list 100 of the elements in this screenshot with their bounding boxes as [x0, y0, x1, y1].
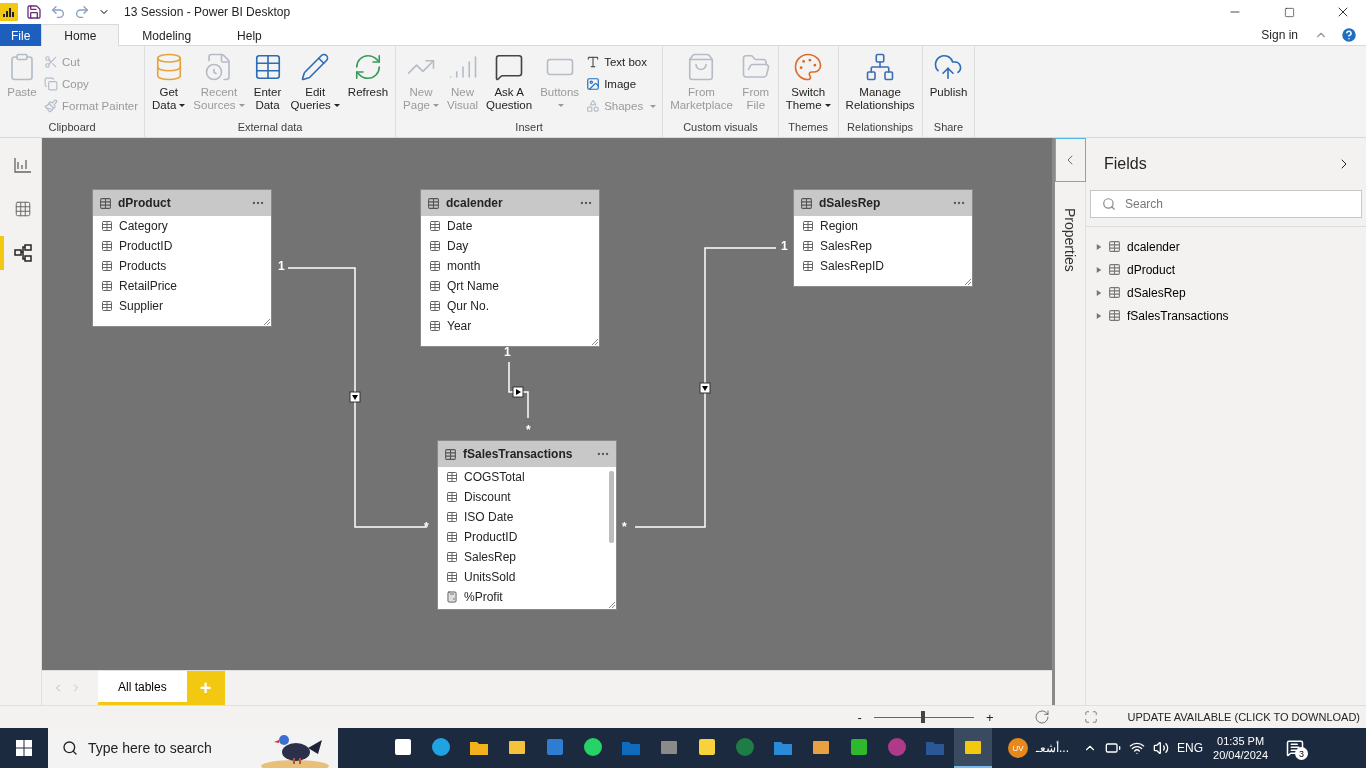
resize-grip-icon[interactable] [264, 319, 270, 325]
copy-icon [44, 77, 58, 91]
group-label: Share [932, 121, 965, 135]
field-name: Year [447, 319, 472, 333]
notifications-button[interactable]: 3 [1278, 728, 1313, 768]
field-name: SalesRep [820, 239, 873, 253]
field-name: Products [119, 259, 167, 273]
bar-chart-icon [14, 157, 32, 173]
table-icon [1108, 263, 1121, 276]
update-link[interactable]: UPDATE AVAILABLE (CLICK TO DOWNLOAD) [1127, 711, 1360, 723]
zoom-thumb[interactable] [920, 711, 925, 723]
manage-relationships-button[interactable]: Manage Relationships [842, 50, 918, 121]
image-button[interactable]: Image [584, 74, 659, 94]
expand-arrow-icon[interactable] [1096, 288, 1102, 297]
field-name: Qrt Name [447, 279, 499, 293]
ribbon-tab[interactable]: Modeling [119, 24, 215, 46]
column-icon [101, 240, 113, 252]
field-table-item[interactable]: fSalesTransactions [1086, 304, 1366, 327]
table-icon [1108, 240, 1121, 253]
table-label: dcalender [1127, 239, 1180, 254]
table-card[interactable]: fSalesTransactions COGSTotal Discount ISO Date ProductID SalesRep UnitsSold %Profit [437, 440, 617, 610]
wifi-icon[interactable] [1129, 740, 1145, 756]
publish-button[interactable]: Publish [926, 50, 971, 121]
scrollbar-thumb[interactable] [609, 471, 614, 543]
reset-icon[interactable] [1033, 709, 1050, 725]
field-name: %Profit [464, 590, 503, 604]
cardinality-label: * [622, 520, 627, 534]
ribbon-tab[interactable]: Home [41, 24, 120, 46]
table-icon [99, 196, 112, 210]
expand-arrow-icon[interactable] [1096, 311, 1102, 320]
relationship-line[interactable] [634, 247, 777, 528]
table-card[interactable]: dSalesRep Region SalesRep SalesRepID [793, 189, 973, 287]
edit-queries-button[interactable]: Edit Queries [287, 50, 343, 121]
column-icon [802, 240, 814, 252]
resize-grip-icon[interactable] [965, 279, 971, 285]
clock[interactable]: 01:35 PM 20/04/2024 [1213, 734, 1269, 762]
expand-arrow-icon[interactable] [1096, 265, 1102, 274]
relationship-line[interactable] [508, 361, 529, 419]
fit-to-screen-icon[interactable] [1083, 710, 1098, 724]
speech-bubble-icon [494, 52, 525, 82]
column-icon [446, 551, 458, 563]
volume-icon[interactable] [1153, 740, 1169, 756]
text-box-button[interactable]: Text box [584, 52, 659, 72]
expand-arrow-icon[interactable] [1096, 242, 1102, 251]
column-icon [446, 511, 458, 523]
fields-title: Fields [1104, 155, 1148, 173]
text-icon [586, 55, 601, 69]
column-icon [446, 571, 458, 583]
cardinality-label: 1 [504, 345, 511, 359]
switch-theme-button[interactable]: Switch Theme [782, 50, 834, 121]
page-tab[interactable]: All tables [98, 671, 187, 705]
group-label: Relationships [846, 121, 915, 135]
table-label: fSalesTransactions [1127, 308, 1229, 323]
image-icon [586, 77, 601, 91]
notification-count: 3 [1295, 747, 1309, 760]
search-icon [1102, 197, 1116, 211]
taskbar-search-field[interactable]: Type here to search [48, 728, 338, 768]
field-name: ProductID [464, 530, 518, 544]
user-label: أشعـ... [1036, 741, 1069, 755]
field-table-item[interactable]: dcalender [1086, 235, 1366, 258]
ribbon-tab[interactable]: Help [214, 24, 285, 46]
column-icon [429, 260, 441, 272]
enter-data-button[interactable]: Enter Data [249, 50, 286, 121]
cardinality-label: * [526, 423, 531, 437]
zoom-in-button[interactable]: + [985, 709, 994, 725]
table-grid-icon [14, 200, 32, 218]
column-icon [101, 220, 113, 232]
ribbon-tab[interactable]: File [0, 24, 42, 46]
get-data-button[interactable]: Get Data [149, 50, 189, 121]
field-table-item[interactable]: dProduct [1086, 258, 1366, 281]
redo-icon[interactable] [74, 4, 90, 20]
column-icon [802, 260, 814, 272]
scissors-icon [44, 55, 58, 69]
battery-icon[interactable] [1105, 740, 1121, 756]
resize-grip-icon[interactable] [609, 602, 615, 608]
column-icon [446, 491, 458, 503]
field-table-item[interactable]: dSalesRep [1086, 281, 1366, 304]
field-name: Date [447, 219, 473, 233]
table-card[interactable]: dcalender Date Day month Qrt Name Qur No. Year [420, 189, 600, 347]
collapse-pane-button[interactable] [1054, 138, 1086, 182]
refresh-button[interactable]: Refresh [344, 50, 392, 121]
properties-tab[interactable]: Properties [1062, 208, 1078, 272]
sign-in-link[interactable]: Sign in [1261, 24, 1298, 45]
column-icon [101, 280, 113, 292]
zoom-out-button[interactable]: - [857, 709, 862, 725]
table-name: dSalesRep [819, 196, 882, 210]
field-name: Discount [464, 490, 511, 504]
ask-question-button[interactable]: Ask A Question [483, 50, 536, 121]
table-name: dcalender [446, 196, 504, 210]
save-icon[interactable] [26, 4, 42, 20]
column-icon [429, 220, 441, 232]
language-indicator[interactable]: ENG [1177, 741, 1204, 755]
app-logo-icon [0, 3, 18, 21]
resize-grip-icon[interactable] [592, 339, 598, 345]
relationship-line[interactable] [287, 267, 428, 528]
table-card[interactable]: dProduct Category ProductID Products RetailPrice Supplier [92, 189, 272, 327]
group-label: Clipboard [47, 121, 97, 135]
undo-icon[interactable] [50, 4, 66, 20]
field-name: COGSTotal [464, 470, 525, 484]
search-field[interactable]: Search [1090, 190, 1362, 218]
